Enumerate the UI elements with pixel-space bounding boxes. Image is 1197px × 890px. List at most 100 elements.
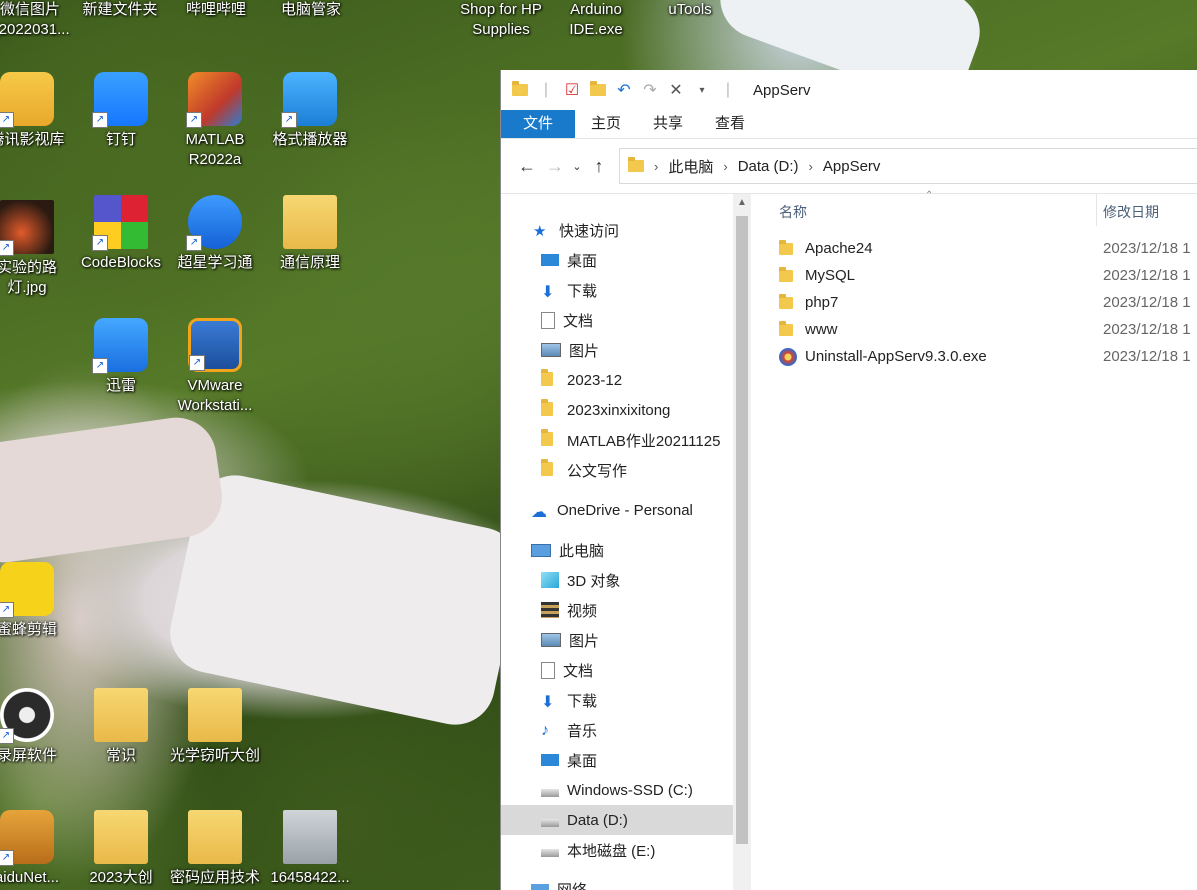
nav-quick-access[interactable]: ★ 快速访问 xyxy=(501,215,733,245)
scroll-thumb[interactable] xyxy=(736,216,748,844)
desktop-icon-label[interactable]: 哔哩哔哩 xyxy=(166,0,266,20)
nav-label: 视频 xyxy=(567,602,598,620)
nav-item-drive-e[interactable]: 本地磁盘 (E:) xyxy=(501,835,733,865)
desktop-icon-label: 钉钉 xyxy=(105,131,136,148)
properties-icon[interactable]: ☑ xyxy=(563,81,581,99)
desktop-icon-codeblocks[interactable]: ↗ CodeBlocks xyxy=(76,195,166,273)
customize-dropdown-icon[interactable]: ▾ xyxy=(693,81,711,99)
nav-item-downloads[interactable]: ⬇ 下载 📌 xyxy=(501,275,733,305)
column-header-date[interactable]: 修改日期 xyxy=(1103,202,1159,222)
nav-item-music[interactable]: ♪ 音乐 xyxy=(501,715,733,745)
desktop-icon-chaoxing[interactable]: ↗ 超星学习通 xyxy=(170,195,260,273)
tab-share[interactable]: 共享 xyxy=(637,110,699,138)
nav-item-folder[interactable]: MATLAB作业20211125 xyxy=(501,425,733,455)
breadcrumb-appserv[interactable]: AppServ xyxy=(823,158,881,175)
file-row[interactable]: www 2023/12/18 1 xyxy=(779,316,1197,343)
nav-item-drive-d[interactable]: Data (D:) xyxy=(501,805,733,835)
address-row: ← → ⌄ ↑ › 此电脑 › Data (D:) › AppServ xyxy=(501,139,1197,194)
cloud-icon: ☁ xyxy=(531,504,547,521)
nav-item-folder[interactable]: 2023-12 xyxy=(501,365,733,395)
nav-item-3d-objects[interactable]: 3D 对象 xyxy=(501,565,733,595)
nav-this-pc[interactable]: 此电脑 xyxy=(501,535,733,565)
file-date: 2023/12/18 1 xyxy=(1103,348,1191,365)
nav-item-folder[interactable]: 2023xinxixitong xyxy=(501,395,733,425)
nav-item-pictures[interactable]: 图片 📌 xyxy=(501,335,733,365)
desktop-icon-comm-principles[interactable]: 通信原理 xyxy=(265,195,355,273)
redo-icon[interactable]: ↷ xyxy=(641,81,659,99)
folder-icon xyxy=(541,459,559,478)
undo-icon[interactable]: ↶ xyxy=(615,81,633,99)
desktop-icon-street-lamp[interactable]: ↗ 实验的路 灯.jpg xyxy=(0,200,72,298)
nav-item-desktop[interactable]: 桌面 xyxy=(501,745,733,775)
desktop-icon-label[interactable]: 新建文件夹 xyxy=(70,0,170,20)
desktop-icon-label[interactable]: 电脑管家 xyxy=(261,0,361,20)
nav-scrollbar[interactable]: ▲ xyxy=(733,194,751,890)
nav-label: 下载 xyxy=(567,692,598,710)
folder-icon xyxy=(188,810,242,864)
nav-label: 公文写作 xyxy=(567,462,628,480)
folder-icon xyxy=(779,239,793,255)
nav-item-videos[interactable]: 视频 xyxy=(501,595,733,625)
file-row[interactable]: MySQL 2023/12/18 1 xyxy=(779,262,1197,289)
nav-item-documents[interactable]: 文档 xyxy=(501,655,733,685)
desktop-icon-dingtalk[interactable]: ↗ 钉钉 xyxy=(76,72,166,150)
folder-icon xyxy=(628,157,644,172)
chevron-right-icon: › xyxy=(808,158,813,174)
desktop-icon-video-library[interactable]: ↗ 腾讯影视库 xyxy=(0,72,72,150)
tab-view[interactable]: 查看 xyxy=(699,110,761,138)
desktop-icon-label[interactable]: Shop for HP Supplies xyxy=(451,0,551,40)
folder-icon xyxy=(283,195,337,249)
nav-item-pictures[interactable]: 图片 xyxy=(501,625,733,655)
tab-file[interactable]: 文件 xyxy=(501,110,576,138)
column-divider[interactable] xyxy=(1096,194,1097,226)
file-row[interactable]: php7 2023/12/18 1 xyxy=(779,289,1197,316)
desktop-icon-2023dachuang[interactable]: 2023大创 xyxy=(76,810,166,888)
nav-item-folder[interactable]: 公文写作 xyxy=(501,455,733,485)
file-row[interactable]: Apache24 2023/12/18 1 xyxy=(779,235,1197,262)
nav-item-desktop[interactable]: 桌面 📌 xyxy=(501,245,733,275)
nav-item-downloads[interactable]: ⬇ 下载 xyxy=(501,685,733,715)
file-list: ⌃ 名称 修改日期 Apache24 2023/12/18 1 MySQL 20… xyxy=(753,190,1197,890)
desktop-icon-label: 通信原理 xyxy=(279,254,340,271)
desktop-icon-crypto-tech[interactable]: 密码应用技术 xyxy=(170,810,260,888)
desktop-icon-baidunetdisk[interactable]: ↗ aiduNet... xyxy=(0,810,72,888)
desktop-icon-matlab[interactable]: ↗ MATLAB R2022a xyxy=(170,72,260,170)
desktop-icon-label: 迅雷 xyxy=(105,377,136,394)
desktop-icon-optical[interactable]: 光学窃听大创 xyxy=(170,688,260,766)
nav-label: 网络 xyxy=(557,881,588,890)
new-folder-icon[interactable] xyxy=(589,81,607,99)
nav-network[interactable]: 网络 xyxy=(501,874,733,890)
nav-item-documents[interactable]: 文档 📌 xyxy=(501,305,733,335)
tab-home[interactable]: 主页 xyxy=(575,110,637,138)
desktop-icon-obs[interactable]: ↗ 录屏软件 xyxy=(0,688,72,766)
recent-dropdown-button[interactable]: ⌄ xyxy=(569,160,585,173)
address-bar[interactable]: › 此电脑 › Data (D:) › AppServ xyxy=(619,148,1197,184)
column-header-name[interactable]: 名称 xyxy=(779,202,807,222)
desktop-icon-bee-editor[interactable]: ↗ 蜜蜂剪辑 xyxy=(0,562,72,640)
desktop-icon-label[interactable]: Arduino IDE.exe xyxy=(546,0,646,40)
file-name: MySQL xyxy=(805,267,856,284)
forward-button[interactable]: → xyxy=(541,156,569,177)
nav-item-drive-c[interactable]: Windows-SSD (C:) xyxy=(501,775,733,805)
matlab-icon: ↗ xyxy=(186,72,242,128)
breadcrumb-this-pc[interactable]: 此电脑 xyxy=(668,156,713,177)
desktop-icon-photo[interactable]: 16458422... xyxy=(265,810,355,888)
desktop-icon-label: aiduNet... xyxy=(0,869,60,886)
breadcrumb-data-d[interactable]: Data (D:) xyxy=(738,158,799,175)
back-button[interactable]: ← xyxy=(513,156,541,177)
desktop-icon-player[interactable]: ↗ 格式播放器 xyxy=(265,72,355,150)
desktop-icon-label[interactable]: 微信图片 _2022031... xyxy=(0,0,80,40)
scroll-up-icon[interactable]: ▲ xyxy=(733,194,751,212)
desktop-icon-label[interactable]: uTools xyxy=(640,0,740,20)
up-button[interactable]: ↑ xyxy=(585,156,613,177)
file-row[interactable]: Uninstall-AppServ9.3.0.exe 2023/12/18 1 xyxy=(779,343,1197,370)
file-name: Uninstall-AppServ9.3.0.exe xyxy=(805,348,987,365)
desktop-icon-changshi[interactable]: 常识 xyxy=(76,688,166,766)
delete-icon[interactable]: ✕ xyxy=(667,81,685,99)
desktop-icon-xunlei[interactable]: ↗ 迅雷 xyxy=(76,318,166,396)
document-icon xyxy=(541,661,555,679)
desktop-icon xyxy=(541,754,559,766)
desktop-icon-vmware[interactable]: ↗ VMware Workstati... xyxy=(170,318,260,416)
nav-label: 桌面 xyxy=(567,252,598,270)
nav-onedrive[interactable]: ☁ OneDrive - Personal xyxy=(501,495,733,525)
